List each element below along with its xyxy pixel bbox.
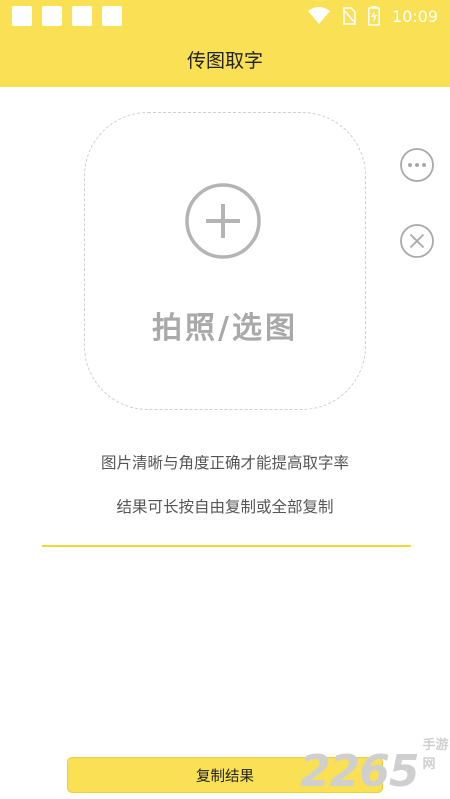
hint-text-quality: 图片清晰与角度正确才能提高取字率 bbox=[100, 454, 349, 472]
hint-text-copy: 结果可长按自由复制或全部复制 bbox=[116, 498, 334, 516]
copy-result-label: 复制结果 bbox=[196, 768, 254, 785]
watermark-logo: 2265 手游网 bbox=[300, 738, 450, 797]
notification-icon bbox=[42, 6, 62, 26]
close-icon[interactable] bbox=[399, 223, 435, 259]
plus-circle-icon bbox=[185, 183, 261, 259]
page-title: 传图取字 bbox=[186, 50, 263, 72]
divider bbox=[42, 545, 411, 547]
notification-icon bbox=[72, 6, 92, 26]
upload-label: 拍照/选图 bbox=[152, 311, 298, 346]
result-text-area[interactable] bbox=[42, 550, 411, 740]
more-icon[interactable] bbox=[399, 147, 435, 183]
photo-select-area[interactable]: 拍照/选图 bbox=[84, 112, 366, 410]
status-time: 10:09 bbox=[391, 6, 438, 26]
wifi-icon bbox=[307, 7, 330, 24]
notification-icon bbox=[102, 6, 122, 26]
battery-charging-icon bbox=[367, 6, 380, 26]
no-sim-icon bbox=[342, 7, 356, 25]
notification-icon bbox=[12, 6, 32, 26]
app-header: 传图取字 bbox=[0, 32, 450, 87]
status-bar: 10:09 bbox=[0, 0, 450, 32]
watermark-text: 手游网 bbox=[422, 738, 449, 772]
status-indicators: 10:09 bbox=[307, 0, 438, 32]
watermark-number: 2265 bbox=[300, 746, 419, 797]
